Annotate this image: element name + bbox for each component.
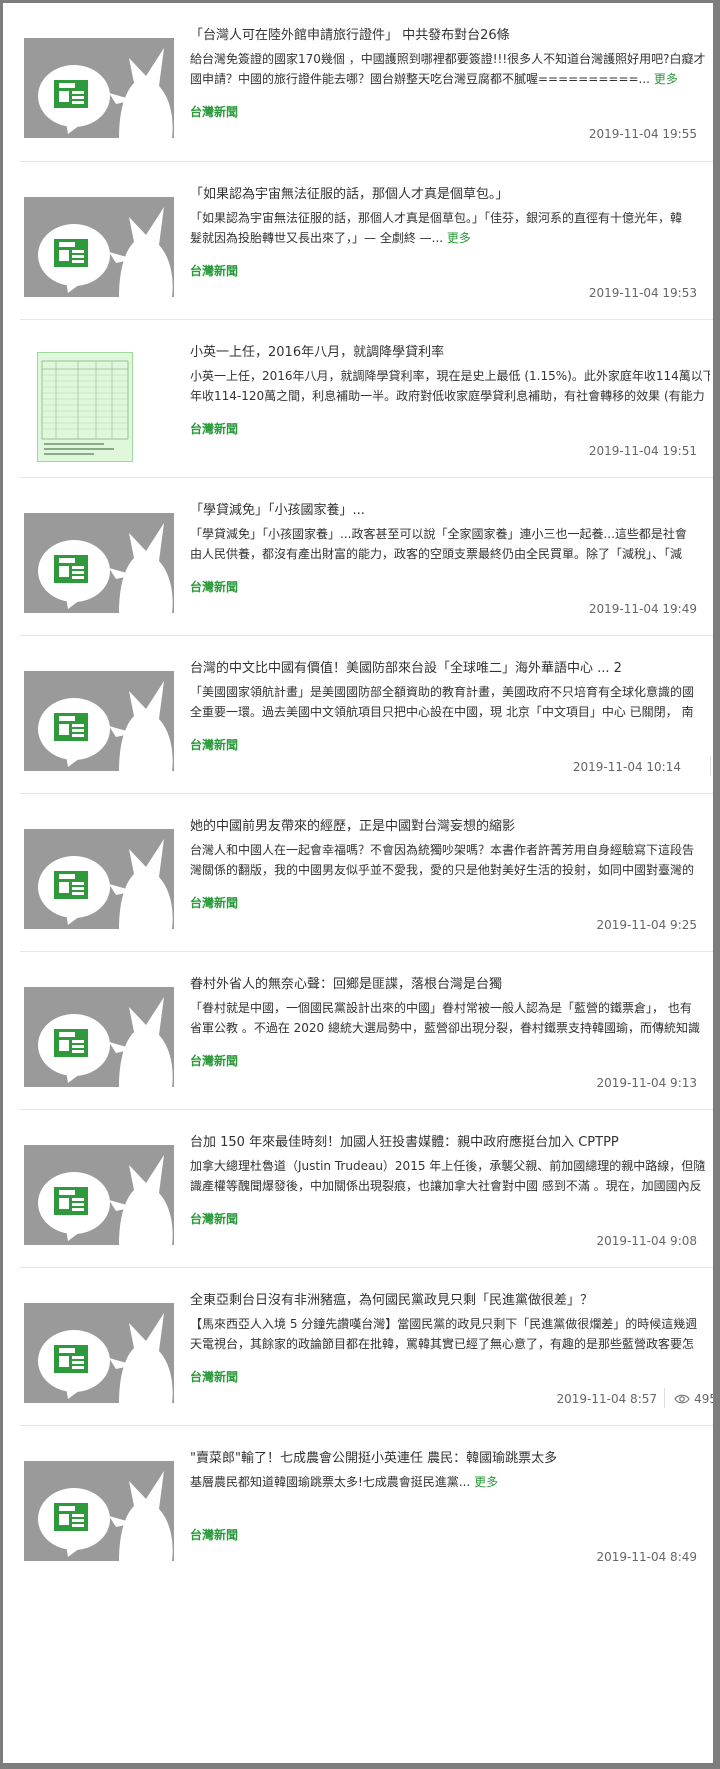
snippet-line: 識產權等醜聞爆發後，中加關係出現裂痕，也讓加拿大社會對中國 感到不滿 。現在，加…	[190, 1179, 702, 1193]
more-link[interactable]: 更多	[447, 231, 471, 245]
news-title[interactable]: 「如果認為宇宙無法征服的話，那個人才真是個草包。」	[190, 183, 710, 202]
news-title[interactable]: "賣菜郎"輸了！七成農會公開挺小英連任 農民：韓國瑜跳票太多	[190, 1447, 710, 1466]
snippet-line: 【馬來西亞人入境 5 分鐘先讚嘆台灣】當國民黨的政見只剩下「民進黨做很爛差」的時…	[190, 1317, 698, 1331]
news-date: 2019-11-04 19:55	[588, 127, 697, 141]
news-source-link[interactable]: 台灣新聞	[190, 1368, 238, 1385]
news-thumbnail[interactable]	[24, 987, 174, 1087]
snippet-line: 灣關係的翻版，我的中國男友似乎並不愛我，愛的只是他對美好生活的投射，如同中國對臺…	[190, 863, 695, 877]
news-title[interactable]: 小英一上任，2016年八月，就調降學貸利率	[190, 341, 710, 360]
news-bubble-icon	[24, 1461, 174, 1561]
news-thumbnail[interactable]	[24, 38, 174, 138]
eye-icon	[674, 1394, 690, 1404]
news-bubble-icon	[24, 829, 174, 929]
snippet-line: 台灣人和中國人在一起會幸福嗎？不會因為統獨吵架嗎？本書作者許菁芳用自身經驗寫下這…	[190, 843, 695, 857]
news-item[interactable]: 台加 150 年來最佳時刻！加國人狂投書媒體：親中政府應挺台加入 CPTPP 加…	[20, 1109, 713, 1286]
news-source-link[interactable]: 台灣新聞	[190, 1052, 238, 1069]
news-thumbnail[interactable]	[24, 197, 174, 297]
snippet-line: 天電視台，其餘家的政論節目都在批韓，罵韓其實已經了無心意了，有趣的是那些藍營政客…	[190, 1337, 695, 1351]
more-link[interactable]: 更多	[654, 72, 678, 86]
news-snippet: 給台灣免簽證的國家170幾個 ，中國護照到哪裡都要簽證!!!很多人不知道台灣護照…	[190, 49, 710, 89]
news-snippet: 台灣人和中國人在一起會幸福嗎？不會因為統獨吵架嗎？本書作者許菁芳用自身經驗寫下這…	[190, 840, 710, 880]
snippet-line: 全重要一環。過去美國中文領航項目只把中心設在中國，現 北京「中文項目」中心 已關…	[190, 705, 694, 719]
news-snippet: 「學貸減免」「小孩國家養」...政客甚至可以說「全家國家養」連小三也一起養...…	[190, 524, 710, 564]
news-snippet: 「美國國家領航計畫」是美國國防部全額資助的教育計畫，美國政府不只培育有全球化意識…	[190, 682, 710, 722]
news-snippet: 【馬來西亞人入境 5 分鐘先讚嘆台灣】當國民黨的政見只剩下「民進黨做很爛差」的時…	[190, 1314, 710, 1354]
news-thumbnail[interactable]	[24, 1461, 174, 1561]
news-source-link[interactable]: 台灣新聞	[190, 1526, 238, 1543]
snippet-line: 國申請？中國的旅行證件能去哪？國台辦整天吃台灣豆腐都不膩喔==========.…	[190, 72, 650, 86]
news-title[interactable]: 她的中國前男友帶來的經歷，正是中國對台灣妄想的縮影	[190, 815, 710, 834]
news-source-link[interactable]: 台灣新聞	[190, 103, 238, 120]
news-date: 2019-11-04 19:51	[588, 444, 697, 458]
news-item[interactable]: 「台灣人可在陸外館申請旅行證件」 中共發布對台26條 給台灣免簽證的國家170幾…	[20, 3, 713, 179]
news-item[interactable]: 「如果認為宇宙無法征服的話，那個人才真是個草包。」 「如果認為宇宙無法征服的話，…	[20, 161, 713, 338]
view-count-value: 495	[694, 1392, 713, 1406]
snippet-line: 由人民供養，都沒有產出財富的能力，政客的空頭支票最終仍由全民買單。除了「減稅」、…	[190, 547, 683, 561]
news-thumbnail[interactable]	[24, 1303, 174, 1403]
news-title[interactable]: 台加 150 年來最佳時刻！加國人狂投書媒體：親中政府應挺台加入 CPTPP	[190, 1131, 710, 1150]
snippet-line: 年收114-120萬之間，利息補助一半。政府對低收家庭學貸利息補助，有社會轉移的…	[190, 389, 705, 403]
more-link[interactable]: 更多	[474, 1475, 498, 1489]
news-item[interactable]: 小英一上任，2016年八月，就調降學貸利率 小英一上任，2016年八月，就調降學…	[20, 319, 713, 496]
snippet-line: 加拿大總理杜魯道（Justin Trudeau）2015 年上任後，承襲父親、前…	[190, 1159, 706, 1173]
news-title[interactable]: 「學貸減免」「小孩國家養」...	[190, 499, 710, 518]
news-bubble-icon	[24, 671, 174, 771]
divider	[664, 1388, 665, 1408]
news-source-link[interactable]: 台灣新聞	[190, 894, 238, 911]
news-source-link[interactable]: 台灣新聞	[190, 1210, 238, 1227]
news-item[interactable]: 她的中國前男友帶來的經歷，正是中國對台灣妄想的縮影 台灣人和中國人在一起會幸福嗎…	[20, 793, 713, 970]
snippet-line: 「如果認為宇宙無法征服的話，那個人才真是個草包。」「佳芬，銀河系的直徑有十億光年…	[190, 211, 683, 225]
view-count: 495	[674, 1392, 713, 1406]
news-bubble-icon	[24, 1303, 174, 1403]
news-snippet: 「眷村就是中國，一個國民黨設計出來的中國」眷村常被一般人認為是「藍營的鐵票倉」，…	[190, 998, 710, 1038]
news-source-link[interactable]: 台灣新聞	[190, 420, 238, 437]
news-bubble-icon	[24, 38, 174, 138]
news-snippet: 基層農民都知道韓國瑜跳票太多!七成農會挺民進黨... 更多	[190, 1472, 710, 1492]
snippet-line: 「學貸減免」「小孩國家養」...政客甚至可以說「全家國家養」連小三也一起養...…	[190, 527, 687, 541]
news-date: 2019-11-04 10:14	[572, 760, 681, 774]
news-title[interactable]: 台灣的中文比中國有價值！美國防部來台設「全球唯二」海外華語中心 ... 2	[190, 657, 710, 676]
news-thumbnail[interactable]	[24, 829, 174, 929]
news-date: 2019-11-04 9:08	[596, 1234, 698, 1248]
snippet-line: 「眷村就是中國，一個國民黨設計出來的中國」眷村常被一般人認為是「藍營的鐵票倉」，…	[190, 1001, 692, 1015]
news-feed: 「台灣人可在陸外館申請旅行證件」 中共發布對台26條 給台灣免簽證的國家170幾…	[3, 3, 713, 1763]
snippet-line: 基層農民都知道韓國瑜跳票太多!七成農會挺民進黨...	[190, 1475, 471, 1489]
snippet-line: 給台灣免簽證的國家170幾個 ，中國護照到哪裡都要簽證!!!很多人不知道台灣護照…	[190, 52, 706, 66]
news-title[interactable]: 眷村外省人的無奈心聲：回鄉是匪諜，落根台灣是台獨	[190, 973, 710, 992]
news-title[interactable]: 全東亞剩台日沒有非洲豬瘟，為何國民黨政見只剩「民進黨做很差」？	[190, 1289, 710, 1308]
news-date: 2019-11-04 8:49	[596, 1550, 698, 1564]
table-image-icon	[38, 353, 132, 461]
news-source-link[interactable]: 台灣新聞	[190, 736, 238, 753]
news-thumbnail[interactable]	[24, 671, 174, 771]
news-item[interactable]: 「學貸減免」「小孩國家養」... 「學貸減免」「小孩國家養」...政客甚至可以說…	[20, 477, 713, 654]
divider	[710, 756, 711, 776]
news-item[interactable]: 眷村外省人的無奈心聲：回鄉是匪諜，落根台灣是台獨 「眷村就是中國，一個國民黨設計…	[20, 951, 713, 1128]
news-thumbnail[interactable]	[24, 1145, 174, 1245]
news-date: 2019-11-04 19:49	[588, 602, 697, 616]
news-item[interactable]: 台灣的中文比中國有價值！美國防部來台設「全球唯二」海外華語中心 ... 2 「美…	[20, 635, 713, 812]
news-date: 2019-11-04 9:13	[596, 1076, 698, 1090]
snippet-line: 髮就因為投胎轉世又長出來了，」— 全劇終 —...	[190, 231, 444, 245]
news-date: 2019-11-04 19:53	[588, 286, 697, 300]
news-snippet: 「如果認為宇宙無法征服的話，那個人才真是個草包。」「佳芬，銀河系的直徑有十億光年…	[190, 208, 710, 248]
news-bubble-icon	[24, 197, 174, 297]
news-title[interactable]: 「台灣人可在陸外館申請旅行證件」 中共發布對台26條	[190, 24, 710, 43]
news-item[interactable]: "賣菜郎"輸了！七成農會公開挺小英連任 農民：韓國瑜跳票太多 基層農民都知道韓國…	[20, 1425, 713, 1602]
snippet-line: 小英一上任，2016年八月，就調降學貸利率，現在是史上最低 (1.15%)。此外…	[190, 369, 710, 383]
news-snippet: 小英一上任，2016年八月，就調降學貸利率，現在是史上最低 (1.15%)。此外…	[190, 366, 710, 406]
news-thumbnail[interactable]	[24, 513, 174, 613]
news-item[interactable]: 全東亞剩台日沒有非洲豬瘟，為何國民黨政見只剩「民進黨做很差」？ 【馬來西亞人入境…	[20, 1267, 713, 1444]
news-bubble-icon	[24, 513, 174, 613]
news-date: 2019-11-04 9:25	[596, 918, 698, 932]
news-bubble-icon	[24, 1145, 174, 1245]
news-bubble-icon	[24, 987, 174, 1087]
snippet-line: 「美國國家領航計畫」是美國國防部全額資助的教育計畫，美國政府不只培育有全球化意識…	[190, 685, 695, 699]
snippet-line: 省軍公教 。不過在 2020 總統大選局勢中，藍營卻出現分裂，眷村鐵票支持韓國瑜…	[190, 1021, 700, 1035]
news-source-link[interactable]: 台灣新聞	[190, 262, 238, 279]
news-snippet: 加拿大總理杜魯道（Justin Trudeau）2015 年上任後，承襲父親、前…	[190, 1156, 710, 1196]
table-thumbnail[interactable]	[37, 352, 133, 462]
news-source-link[interactable]: 台灣新聞	[190, 578, 238, 595]
news-date: 2019-11-04 8:57	[556, 1392, 658, 1406]
